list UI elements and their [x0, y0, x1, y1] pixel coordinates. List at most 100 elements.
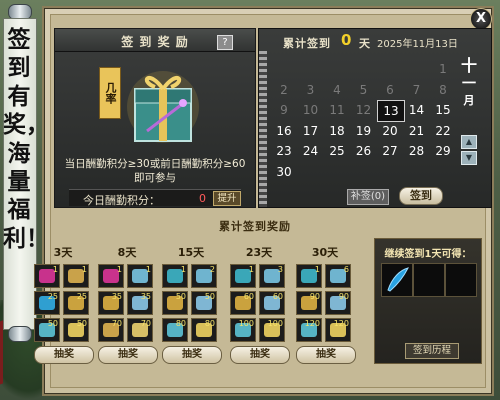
- calendar-day: 9: [280, 103, 288, 117]
- reward-item-slot[interactable]: 50: [162, 291, 188, 315]
- calendar-day: 14: [408, 103, 425, 117]
- reward-item-quantity: 1: [52, 265, 58, 274]
- day-unit: 天: [359, 37, 370, 50]
- reward-item-slot[interactable]: 50: [34, 318, 60, 342]
- reward-item-quantity: 100: [267, 319, 283, 328]
- reward-item-slot[interactable]: 80: [191, 318, 217, 342]
- lottery-button[interactable]: 抽奖: [230, 346, 290, 364]
- reward-item-slot[interactable]: 1: [162, 264, 188, 288]
- reward-item-slot[interactable]: 25: [63, 291, 89, 315]
- scroll-rod-bottom: [8, 326, 32, 342]
- calendar-day: 23: [276, 144, 292, 158]
- reward-item-quantity: 80: [204, 319, 215, 328]
- condition-text: 当日酬勤积分≥30或前日酬勤积分≥60 即可参与: [55, 157, 255, 185]
- lottery-button[interactable]: 抽奖: [34, 346, 94, 364]
- reward-item-quantity: 35: [140, 292, 151, 301]
- help-button[interactable]: ?: [217, 35, 233, 50]
- reward-item-quantity: 25: [47, 292, 58, 301]
- reward-item-slot[interactable]: 60: [259, 291, 285, 315]
- signin-button[interactable]: 签到: [399, 187, 443, 205]
- reward-day-label: 23天: [245, 246, 273, 259]
- calendar-day: 30: [276, 164, 292, 179]
- calendar-day: 1: [439, 62, 447, 76]
- month-glyph-1: 十: [460, 56, 477, 75]
- lottery-button[interactable]: 抽奖: [296, 346, 356, 364]
- reward-item-quantity: 2: [209, 265, 215, 274]
- reward-item-slot[interactable]: 1: [127, 264, 153, 288]
- reward-item-quantity: 60: [272, 292, 283, 301]
- today-score-label: 今日酬勤积分：: [83, 194, 160, 207]
- reward-item-slot[interactable]: 1: [98, 264, 124, 288]
- reward-items: 1 6 90 90 120 120: [296, 264, 354, 342]
- calendar-day: 12: [355, 103, 372, 117]
- today-score-value: 0: [199, 192, 206, 205]
- reward-item-slot[interactable]: 50: [63, 318, 89, 342]
- boost-button[interactable]: 提升: [213, 191, 241, 206]
- lottery-button[interactable]: 抽奖: [162, 346, 222, 364]
- reward-item-slot[interactable]: 70: [127, 318, 153, 342]
- reward-item-quantity: 1: [314, 265, 320, 274]
- reward-item-slot[interactable]: 50: [191, 291, 217, 315]
- reward-item-slot[interactable]: 80: [162, 318, 188, 342]
- reward-item-quantity: 80: [175, 319, 186, 328]
- signin-calendar: 累计签到 0 天 2025年11月13日 1 2 3 4 5 6 7 8 9 10 11 12 13 14…: [258, 28, 492, 208]
- supplement-signin-button[interactable]: 补签(0): [347, 189, 389, 205]
- reward-item-slot[interactable]: 1: [296, 264, 322, 288]
- reward-item-quantity: 50: [76, 319, 87, 328]
- month-label: 十 一 月: [459, 57, 479, 113]
- reward-item-slot[interactable]: 70: [98, 318, 124, 342]
- reward-column: 23天 1 3 60 60 100 100 抽奖: [230, 244, 290, 364]
- calendar-day: 3: [306, 82, 315, 97]
- reward-item-slot[interactable]: 3: [259, 264, 285, 288]
- reward-column: 15天 1 2 50 50 80 80 抽奖: [162, 244, 222, 364]
- calendar-day: 25: [329, 144, 345, 158]
- lottery-button[interactable]: 抽奖: [98, 346, 158, 364]
- next-reward-slot[interactable]: [381, 263, 413, 297]
- reward-item-quantity: 1: [180, 265, 186, 274]
- reward-item-slot[interactable]: 90: [296, 291, 322, 315]
- calendar-day: 24: [302, 144, 319, 158]
- next-month-icon[interactable]: ▼: [461, 151, 477, 165]
- reward-items: 1 3 60 60 100 100: [230, 264, 288, 342]
- reward-item-quantity: 50: [175, 292, 186, 301]
- reward-day-label: 30天: [311, 246, 339, 259]
- reward-item-slot[interactable]: 25: [34, 291, 60, 315]
- reward-item-slot[interactable]: 90: [325, 291, 351, 315]
- calendar-day: 29: [435, 144, 451, 158]
- prev-month-icon[interactable]: ▲: [461, 135, 477, 149]
- continue-signin-panel: 继续签到1天可得： 签到历程: [374, 238, 482, 364]
- reward-day-label: 3天: [53, 246, 73, 259]
- reward-item-slot[interactable]: 35: [127, 291, 153, 315]
- signin-reward-box: 签 到 奖 励 ? 几率 当日酬勤积分≥30或前日酬勤积分≥60 即可参与 今日…: [54, 28, 256, 208]
- reward-item-slot[interactable]: 120: [296, 318, 322, 342]
- calendar-day: 20: [382, 123, 398, 138]
- reward-item-slot[interactable]: 1: [34, 264, 60, 288]
- banner-text: 签到有奖，海量福利！: [3, 26, 49, 252]
- calendar-day: 26: [355, 144, 372, 158]
- reward-item-slot[interactable]: 120: [325, 318, 351, 342]
- reward-item-slot[interactable]: 100: [230, 318, 256, 342]
- feather-icon: [387, 267, 409, 292]
- continue-title: 继续签到1天可得：: [384, 249, 472, 260]
- reward-item-slot[interactable]: 100: [259, 318, 285, 342]
- reward-item-quantity: 70: [140, 319, 151, 328]
- reward-item-slot[interactable]: 1: [63, 264, 89, 288]
- close-button[interactable]: X: [470, 8, 492, 30]
- reward-item-slot[interactable]: 1: [230, 264, 256, 288]
- reward-item-slot[interactable]: 60: [230, 291, 256, 315]
- reward-item-slot[interactable]: 6: [325, 264, 351, 288]
- reward-item-quantity: 1: [81, 265, 87, 274]
- reward-item-quantity: 1: [116, 265, 122, 274]
- signin-history-button[interactable]: 签到历程: [405, 343, 459, 359]
- calendar-day: 11: [329, 103, 345, 117]
- calendar-day: 16: [276, 123, 292, 138]
- reward-item-slot[interactable]: 35: [98, 291, 124, 315]
- reward-item-slot[interactable]: 2: [191, 264, 217, 288]
- calendar-day: 2: [280, 82, 288, 97]
- calendar-day: 18: [329, 123, 345, 138]
- treasure-chest-icon: [127, 71, 199, 143]
- reward-column: 3天 1 1 25 25 50 50 抽奖: [34, 244, 94, 364]
- event-banner-scroll: 签到有奖，海量福利！: [0, 0, 49, 400]
- condition-line-2: 即可参与: [134, 172, 176, 184]
- reward-items: 1 1 25 25 50 50: [34, 264, 92, 342]
